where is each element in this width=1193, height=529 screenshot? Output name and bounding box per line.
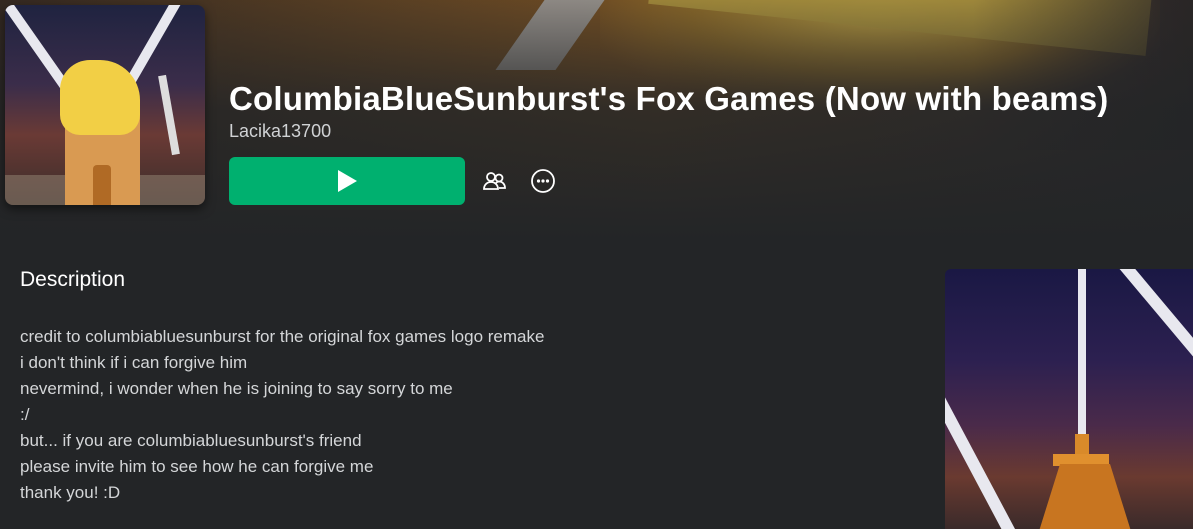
game-title: ColumbiaBlueSunburst's Fox Games (Now wi…: [229, 80, 1109, 117]
description-body: credit to columbiabluesunburst for the o…: [20, 324, 700, 506]
friends-icon: [483, 172, 506, 190]
description-line: :/: [20, 405, 30, 424]
play-icon: [338, 170, 357, 192]
screenshot-tower-base: [1035, 464, 1135, 529]
thumb-beam-side: [158, 74, 180, 156]
play-with-friends-button[interactable]: [481, 167, 509, 195]
thumb-fox-logo: [60, 60, 140, 135]
screenshot-beam: [1104, 269, 1193, 375]
description-line: i don't think if i can forgive him: [20, 353, 248, 372]
more-options-button[interactable]: [529, 167, 557, 195]
description-heading: Description: [20, 268, 126, 291]
description-line: nevermind, i wonder when he is joining t…: [20, 379, 453, 398]
play-button[interactable]: [229, 157, 465, 205]
description-line: thank you! :D: [20, 483, 121, 502]
game-screenshot[interactable]: [945, 269, 1193, 529]
description-line: but... if you are columbiabluesunburst's…: [20, 431, 362, 450]
creator-link[interactable]: Lacika13700: [229, 121, 331, 142]
description-line: credit to columbiabluesunburst for the o…: [20, 327, 545, 346]
screenshot-beam: [945, 376, 1019, 529]
more-options-icon: [531, 169, 555, 193]
thumb-pillar: [93, 165, 111, 205]
description-line: please invite him to see how he can forg…: [20, 457, 374, 476]
screenshot-beam: [1078, 269, 1086, 439]
game-thumbnail: [5, 5, 205, 205]
